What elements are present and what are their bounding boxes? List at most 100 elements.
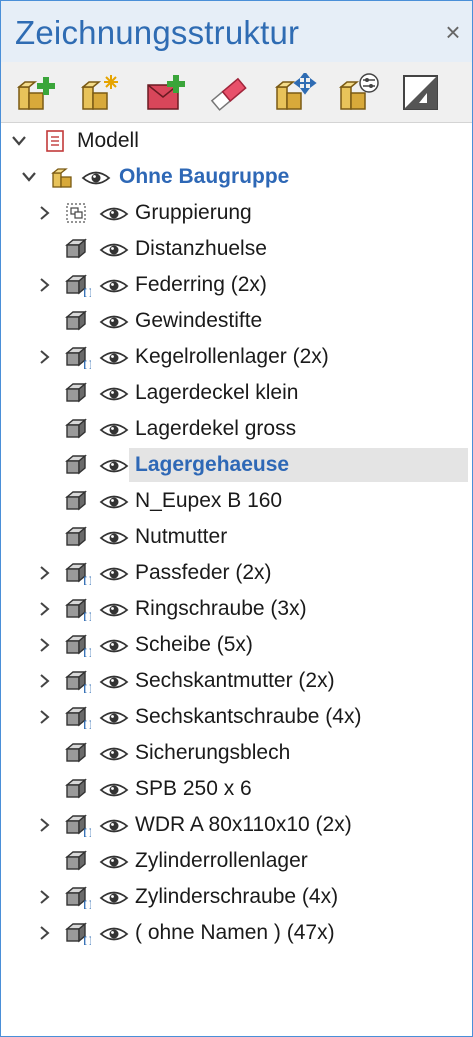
eye-icon[interactable] — [99, 385, 129, 403]
properties-button[interactable] — [337, 73, 379, 113]
svg-text:[]: [] — [82, 612, 91, 621]
chevron-right-icon[interactable] — [37, 564, 53, 582]
svg-text:[]: [] — [82, 648, 91, 657]
chevron-right-icon[interactable] — [37, 708, 53, 726]
eye-icon[interactable] — [99, 709, 129, 727]
svg-text:[]: [] — [82, 936, 91, 945]
eye-icon[interactable] — [99, 781, 129, 799]
eye-icon[interactable] — [99, 493, 129, 511]
assembly-move-icon — [274, 73, 317, 110]
multi-part-icon: [] — [65, 273, 94, 299]
tree-item-label: Gruppierung — [135, 201, 252, 224]
part-icon — [65, 849, 91, 873]
tree-item[interactable]: [] Federring (2x) — [1, 267, 472, 303]
svg-text:[]: [] — [82, 360, 91, 369]
eye-icon[interactable] — [99, 853, 129, 871]
eraser-icon — [210, 77, 247, 111]
contrast-icon — [403, 75, 438, 110]
tree-item[interactable]: [] Sechskantschraube (4x) — [1, 699, 472, 735]
tree-item-assembly[interactable]: Ohne Baugruppe — [1, 159, 472, 195]
tree-item-label: SPB 250 x 6 — [135, 777, 252, 800]
chevron-right-icon[interactable] — [37, 204, 53, 222]
new-assembly-button[interactable] — [15, 73, 55, 113]
tree-item[interactable]: Zylinderrollenlager — [1, 843, 472, 879]
tree-item-label: Lagergehaeuse — [135, 453, 290, 476]
eye-icon[interactable] — [99, 457, 129, 475]
tree-item[interactable]: Distanzhuelse — [1, 231, 472, 267]
part-icon — [65, 489, 91, 513]
tree-item-modell[interactable]: Modell — [1, 123, 472, 159]
tree-item[interactable]: [] Sechskantmutter (2x) — [1, 663, 472, 699]
delete-button[interactable] — [208, 73, 248, 113]
chevron-right-icon[interactable] — [37, 924, 53, 942]
svg-text:[]: [] — [82, 684, 91, 693]
tree-item-label: Federring (2x) — [135, 273, 267, 296]
new-empty-assembly-button[interactable] — [79, 73, 119, 113]
tree-item[interactable]: [] Ringschraube (3x) — [1, 591, 472, 627]
eye-icon[interactable] — [99, 565, 129, 583]
eye-icon[interactable] — [99, 889, 129, 907]
eye-icon[interactable] — [99, 421, 129, 439]
chevron-down-icon[interactable] — [11, 132, 27, 150]
tree-item-label: Sechskantmutter (2x) — [135, 669, 335, 692]
tree-item-label: Distanzhuelse — [135, 237, 267, 260]
tree-item[interactable]: SPB 250 x 6 — [1, 771, 472, 807]
assembly-settings-icon — [338, 73, 379, 110]
chevron-right-icon[interactable] — [37, 276, 53, 294]
chevron-right-icon[interactable] — [37, 816, 53, 834]
tree-item-label: N_Eupex B 160 — [135, 489, 283, 512]
chevron-right-icon[interactable] — [37, 636, 53, 654]
chevron-right-icon[interactable] — [37, 672, 53, 690]
tree-item[interactable]: [] Passfeder (2x) — [1, 555, 472, 591]
eye-icon[interactable] — [99, 925, 129, 943]
tree-item[interactable]: [] ( ohne Namen ) (47x) — [1, 915, 472, 951]
part-icon — [65, 417, 91, 441]
tree-item[interactable]: [] Zylinderschraube (4x) — [1, 879, 472, 915]
tree-item[interactable]: Lagerdekel gross — [1, 411, 472, 447]
visibility-toggle-button[interactable] — [401, 73, 441, 113]
eye-icon[interactable] — [99, 601, 129, 619]
assembly-icon — [51, 165, 77, 189]
eye-icon[interactable] — [99, 529, 129, 547]
eye-icon[interactable] — [99, 205, 129, 223]
tree-item[interactable]: Nutmutter — [1, 519, 472, 555]
group-add-icon — [147, 75, 185, 110]
tree-item[interactable]: [] Kegelrollenlager (2x) — [1, 339, 472, 375]
tree-item[interactable]: Gewindestifte — [1, 303, 472, 339]
tree-item[interactable]: Gruppierung — [1, 195, 472, 231]
tree-item[interactable]: Lagergehaeuse — [1, 447, 472, 483]
part-icon — [65, 381, 91, 405]
svg-text:[]: [] — [82, 900, 91, 909]
eye-icon[interactable] — [81, 169, 111, 187]
eye-icon[interactable] — [99, 277, 129, 295]
tree-item[interactable]: [] WDR A 80x110x10 (2x) — [1, 807, 472, 843]
eye-icon[interactable] — [99, 349, 129, 367]
eye-icon[interactable] — [99, 673, 129, 691]
assembly-star-icon — [80, 75, 118, 110]
eye-icon[interactable] — [99, 313, 129, 331]
tree-item-label: Zylinderrollenlager — [135, 849, 308, 872]
panel-header: Zeichnungsstruktur × — [1, 1, 472, 62]
tree-item-label: Ringschraube (3x) — [135, 597, 307, 620]
tree-item[interactable]: Sicherungsblech — [1, 735, 472, 771]
tree-item-label: ( ohne Namen ) (47x) — [135, 921, 335, 944]
part-icon — [65, 741, 91, 765]
chevron-right-icon[interactable] — [37, 600, 53, 618]
eye-icon[interactable] — [99, 241, 129, 259]
tree-item[interactable]: N_Eupex B 160 — [1, 483, 472, 519]
chevron-down-icon[interactable] — [21, 168, 37, 186]
tree-item[interactable]: [] Scheibe (5x) — [1, 627, 472, 663]
tree-item-label: Lagerdeckel klein — [135, 381, 299, 404]
eye-icon[interactable] — [99, 817, 129, 835]
tree-item-label: Kegelrollenlager (2x) — [135, 345, 329, 368]
eye-icon[interactable] — [99, 637, 129, 655]
multi-part-icon: [] — [65, 921, 94, 947]
eye-icon[interactable] — [99, 745, 129, 763]
chevron-right-icon[interactable] — [37, 888, 53, 906]
new-group-button[interactable] — [145, 73, 185, 113]
tree-item-label: Passfeder (2x) — [135, 561, 272, 584]
close-icon[interactable]: × — [441, 17, 465, 47]
chevron-right-icon[interactable] — [37, 348, 53, 366]
move-button[interactable] — [273, 73, 317, 113]
tree-item[interactable]: Lagerdeckel klein — [1, 375, 472, 411]
